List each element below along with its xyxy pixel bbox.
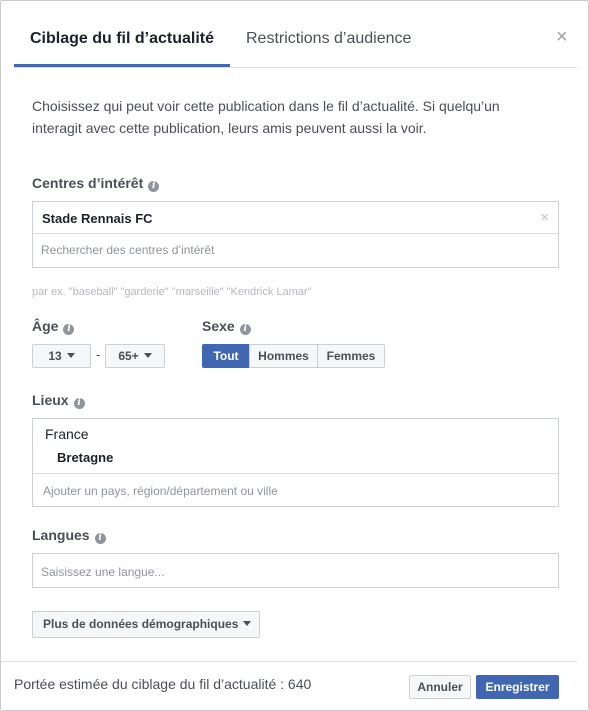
location-search-input[interactable]: Ajouter un pays, région/département ou v… bbox=[43, 484, 278, 498]
location-country: France bbox=[45, 426, 89, 442]
gender-label-text: Sexe bbox=[202, 318, 235, 334]
cancel-button[interactable]: Annuler bbox=[409, 675, 471, 699]
interests-label: Centres d’intérêt i bbox=[32, 174, 160, 192]
gender-label: Sexe i bbox=[202, 317, 251, 335]
divider bbox=[33, 233, 558, 234]
active-tab-indicator bbox=[14, 64, 230, 67]
gender-option-men[interactable]: Hommes bbox=[249, 344, 318, 368]
age-max-value: 65+ bbox=[118, 349, 139, 363]
age-max-select[interactable]: 65+ bbox=[105, 344, 165, 368]
languages-box: Saisissez une langue... bbox=[32, 553, 559, 588]
save-button[interactable]: Enregistrer bbox=[476, 675, 559, 699]
tab-bar: Ciblage du fil d’actualité Restrictions … bbox=[14, 1, 577, 68]
tab-audience-restrictions[interactable]: Restrictions d’audience bbox=[246, 29, 411, 49]
targeting-dialog: Ciblage du fil d’actualité Restrictions … bbox=[0, 0, 589, 711]
info-icon[interactable]: i bbox=[94, 533, 106, 544]
more-demographics-button[interactable]: Plus de données démographiques bbox=[32, 611, 260, 638]
caret-down-icon bbox=[243, 621, 252, 626]
caret-down-icon bbox=[143, 353, 152, 358]
info-icon[interactable]: i bbox=[148, 181, 160, 192]
close-icon[interactable]: × bbox=[556, 27, 570, 47]
age-min-select[interactable]: 13 bbox=[32, 344, 91, 368]
selected-interest: Stade Rennais FC bbox=[42, 211, 153, 226]
more-demographics-label: Plus de données démographiques bbox=[43, 617, 239, 631]
locations-box: France Bretagne Ajouter un pays, région/… bbox=[32, 418, 559, 507]
language-search-input[interactable]: Saisissez une langue... bbox=[41, 565, 164, 579]
info-icon[interactable]: i bbox=[63, 324, 75, 335]
estimated-reach: Portée estimée du ciblage du fil d’actua… bbox=[14, 676, 312, 692]
age-separator: - bbox=[96, 347, 101, 362]
age-label-text: Âge bbox=[32, 318, 59, 334]
languages-label: Langues i bbox=[32, 526, 106, 544]
interests-label-text: Centres d’intérêt bbox=[32, 175, 144, 191]
info-icon[interactable]: i bbox=[239, 324, 251, 335]
location-region: Bretagne bbox=[57, 450, 114, 465]
locations-label-text: Lieux bbox=[32, 392, 69, 408]
gender-option-all[interactable]: Tout bbox=[202, 344, 250, 368]
locations-label: Lieux i bbox=[32, 391, 85, 409]
caret-down-icon bbox=[66, 353, 75, 358]
gender-option-women[interactable]: Femmes bbox=[317, 344, 385, 368]
info-icon[interactable]: i bbox=[73, 398, 85, 409]
divider bbox=[33, 473, 558, 474]
age-min-value: 13 bbox=[48, 349, 62, 363]
languages-label-text: Langues bbox=[32, 527, 90, 543]
gender-selector: Tout Hommes Femmes bbox=[202, 344, 385, 368]
interests-hint: par ex. "baseball" "garderie" "marseille… bbox=[32, 286, 312, 298]
interests-box: Stade Rennais FC × Rechercher des centre… bbox=[32, 201, 559, 268]
interests-search-input[interactable]: Rechercher des centres d’intérêt bbox=[41, 243, 214, 257]
remove-interest-icon[interactable]: × bbox=[540, 209, 549, 226]
age-label: Âge i bbox=[32, 317, 75, 335]
footer-divider bbox=[1, 661, 577, 662]
tab-news-feed-targeting[interactable]: Ciblage du fil d’actualité bbox=[30, 29, 214, 49]
description-text: Choisissez qui peut voir cette publicati… bbox=[32, 98, 500, 136]
